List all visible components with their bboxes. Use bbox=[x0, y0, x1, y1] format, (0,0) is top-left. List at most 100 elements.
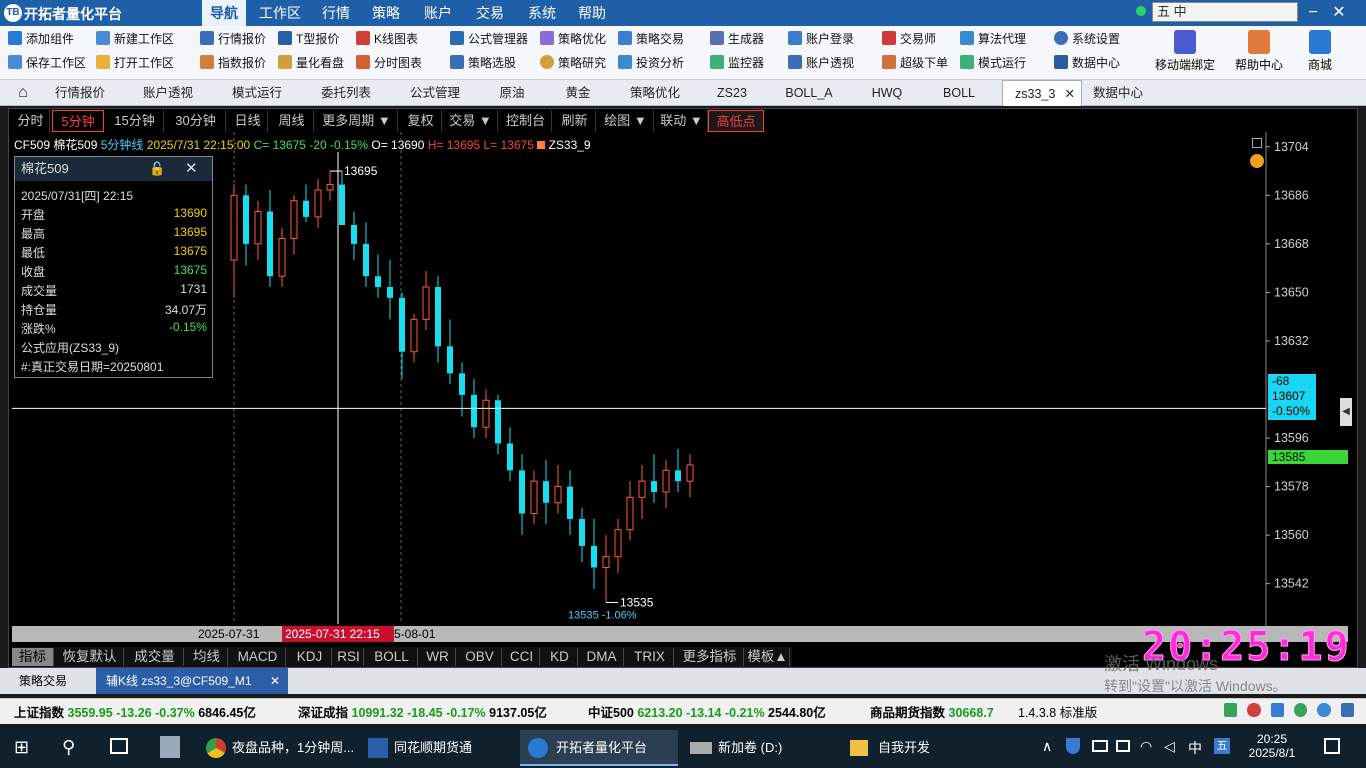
indicator-dma[interactable]: DMA bbox=[580, 648, 624, 666]
console-button[interactable]: 控制台 bbox=[500, 110, 552, 132]
index-zz500[interactable]: 中证500 6213.20 -13.14 -0.21% 2544.80亿 bbox=[588, 702, 826, 721]
indicator-trix[interactable]: TRIX bbox=[626, 648, 674, 666]
expand-arrow-icon[interactable]: ◀ bbox=[1340, 398, 1352, 426]
tab-gold[interactable]: 黄金 bbox=[550, 80, 606, 106]
lock-icon[interactable]: 🔓 bbox=[149, 157, 165, 181]
account-login-button[interactable]: 账户登录 bbox=[788, 28, 854, 50]
windows-start-icon[interactable]: ⊞ bbox=[14, 738, 32, 756]
period-week[interactable]: 周线 bbox=[270, 110, 314, 132]
smile-icon[interactable] bbox=[1250, 154, 1264, 168]
wubi-icon[interactable]: 五 bbox=[1214, 738, 1230, 754]
open-workspace-button[interactable]: 打开工作区 bbox=[96, 52, 174, 74]
period-day[interactable]: 日线 bbox=[228, 110, 268, 132]
volume-icon[interactable]: ◁ bbox=[1164, 738, 1175, 755]
indicator-macd[interactable]: MACD bbox=[230, 648, 286, 666]
menu-nav[interactable]: 导航 bbox=[202, 0, 246, 26]
algo-agent-button[interactable]: 算法代理 bbox=[960, 28, 1026, 50]
close-icon[interactable]: ✕ bbox=[1326, 2, 1352, 24]
menu-workspace[interactable]: 工作区 bbox=[254, 0, 306, 26]
tab-mode-run[interactable]: 模式运行 bbox=[218, 80, 296, 106]
mobile-bind-button[interactable]: 移动端绑定 bbox=[1152, 30, 1218, 76]
indicator-ma[interactable]: 均线 bbox=[186, 648, 228, 666]
taskbar-tb-quant[interactable]: 开拓者量化平台 bbox=[520, 730, 678, 766]
notification-icon[interactable] bbox=[1324, 738, 1340, 754]
tab-optimize[interactable]: 策略优化 bbox=[616, 80, 694, 106]
sync-icon[interactable] bbox=[1293, 703, 1308, 717]
person-icon[interactable] bbox=[1270, 703, 1284, 717]
indicator-template[interactable]: 模板▲ bbox=[746, 648, 790, 666]
index-sz[interactable]: 深证成指 10991.32 -18.45 -0.17% 9137.05亿 bbox=[298, 702, 547, 721]
draw-dropdown[interactable]: 绘图 ▼ bbox=[598, 110, 654, 132]
high-low-button[interactable]: 高低点 bbox=[708, 110, 764, 132]
taskbar-clock[interactable]: 20:25 2025/8/1 bbox=[1244, 732, 1300, 760]
tab-formula[interactable]: 公式管理 bbox=[396, 80, 474, 106]
indicator-obv[interactable]: OBV bbox=[458, 648, 502, 666]
taskbar-drive[interactable]: 新加卷 (D:) bbox=[682, 730, 840, 766]
tab-sub-kline[interactable]: 辅K线 zs33_3@CF509_M1 ✕ bbox=[96, 668, 288, 694]
new-workspace-button[interactable]: 新建工作区 bbox=[96, 28, 174, 50]
indicator-volume[interactable]: 成交量 bbox=[126, 648, 184, 666]
indicator-tab-main[interactable]: 指标 bbox=[12, 648, 54, 666]
tray-chevron-icon[interactable]: ∧ bbox=[1042, 738, 1052, 755]
shield-icon[interactable] bbox=[1066, 738, 1080, 754]
quant-board-button[interactable]: 量化看盘 bbox=[278, 52, 344, 74]
account-view-button[interactable]: 账户透视 bbox=[788, 52, 854, 74]
period-tick[interactable]: 分时 bbox=[12, 110, 50, 132]
menu-strategy[interactable]: 策略 bbox=[364, 0, 408, 26]
panel-toggle-icon[interactable] bbox=[1252, 138, 1262, 148]
taskbar-folder[interactable]: 自我开发 bbox=[842, 730, 998, 766]
tab-zs23[interactable]: ZS23 bbox=[704, 80, 760, 106]
indicator-boll[interactable]: BOLL bbox=[366, 648, 418, 666]
menu-account[interactable]: 账户 bbox=[416, 0, 460, 26]
task-view-icon[interactable] bbox=[110, 738, 128, 754]
indicator-wr[interactable]: WR bbox=[420, 648, 456, 666]
period-5min[interactable]: 5分钟 bbox=[52, 110, 104, 132]
minimize-icon[interactable]: − bbox=[1300, 2, 1326, 24]
wifi-icon[interactable]: ◠ bbox=[1140, 738, 1152, 755]
chat-icon[interactable] bbox=[1317, 703, 1331, 717]
tab-order-list[interactable]: 委托列表 bbox=[306, 80, 386, 106]
tab-hwq[interactable]: HWQ bbox=[858, 80, 916, 106]
network-icon[interactable] bbox=[1224, 703, 1238, 717]
index-quote-button[interactable]: 指数报价 bbox=[200, 52, 266, 74]
tab-strategy-trade[interactable]: 策略交易 bbox=[8, 668, 78, 694]
strategy-optimize-button[interactable]: 策略优化 bbox=[540, 28, 606, 50]
t-quote-button[interactable]: T型报价 bbox=[278, 28, 339, 50]
trade-dropdown[interactable]: 交易 ▼ bbox=[444, 110, 498, 132]
link-dropdown[interactable]: 联动 ▼ bbox=[656, 110, 708, 132]
refresh-button[interactable]: 刷新 bbox=[554, 110, 596, 132]
display-icon[interactable] bbox=[1116, 740, 1130, 752]
adjust-button[interactable]: 复权 bbox=[400, 110, 442, 132]
taskbar-ths[interactable]: 同花顺期货通 bbox=[362, 730, 514, 766]
period-30min[interactable]: 30分钟 bbox=[166, 110, 226, 132]
generator-button[interactable]: 生成器 bbox=[710, 28, 764, 50]
tab-close-icon[interactable]: ✕ bbox=[270, 668, 280, 694]
stock-picking-button[interactable]: 策略选股 bbox=[450, 52, 516, 74]
monitor-button[interactable]: 监控器 bbox=[710, 52, 764, 74]
menu-help[interactable]: 帮助 bbox=[570, 0, 614, 26]
menu-trade[interactable]: 交易 bbox=[468, 0, 512, 26]
investment-analysis-button[interactable]: 投资分析 bbox=[618, 52, 684, 74]
tab-boll[interactable]: BOLL bbox=[926, 80, 992, 106]
tab-zs33-3[interactable]: zs33_3 ✕ bbox=[1002, 80, 1082, 106]
trader-button[interactable]: 交易师 bbox=[882, 28, 936, 50]
indicator-reset[interactable]: 恢复默认 bbox=[56, 648, 124, 666]
strategy-research-button[interactable]: 策略研究 bbox=[540, 52, 606, 74]
index-sh[interactable]: 上证指数 3559.95 -13.26 -0.37% 6846.45亿 bbox=[14, 702, 256, 721]
menu-system[interactable]: 系统 bbox=[520, 0, 564, 26]
system-settings-button[interactable]: 系统设置 bbox=[1054, 28, 1120, 50]
save-workspace-button[interactable]: 保存工作区 bbox=[8, 52, 86, 74]
more-periods-dropdown[interactable]: 更多周期 ▼ bbox=[316, 110, 398, 132]
tab-quote[interactable]: 行情报价 bbox=[42, 80, 118, 106]
store-button[interactable]: 商城 bbox=[1296, 30, 1344, 76]
add-component-button[interactable]: 添加组件 bbox=[8, 28, 74, 50]
ime-indicator[interactable]: 中 bbox=[1188, 738, 1202, 758]
tab-close-icon[interactable]: ✕ bbox=[1065, 81, 1075, 107]
search-icon[interactable]: ⚲ bbox=[62, 738, 75, 756]
tab-crude[interactable]: 原油 bbox=[484, 80, 540, 106]
indicator-rsi[interactable]: RSI bbox=[334, 648, 364, 666]
tab-boll-a[interactable]: BOLL_A bbox=[770, 80, 848, 106]
alert-icon[interactable] bbox=[1247, 703, 1261, 717]
mode-run-button[interactable]: 模式运行 bbox=[960, 52, 1026, 74]
super-order-button[interactable]: 超级下单 bbox=[882, 52, 948, 74]
